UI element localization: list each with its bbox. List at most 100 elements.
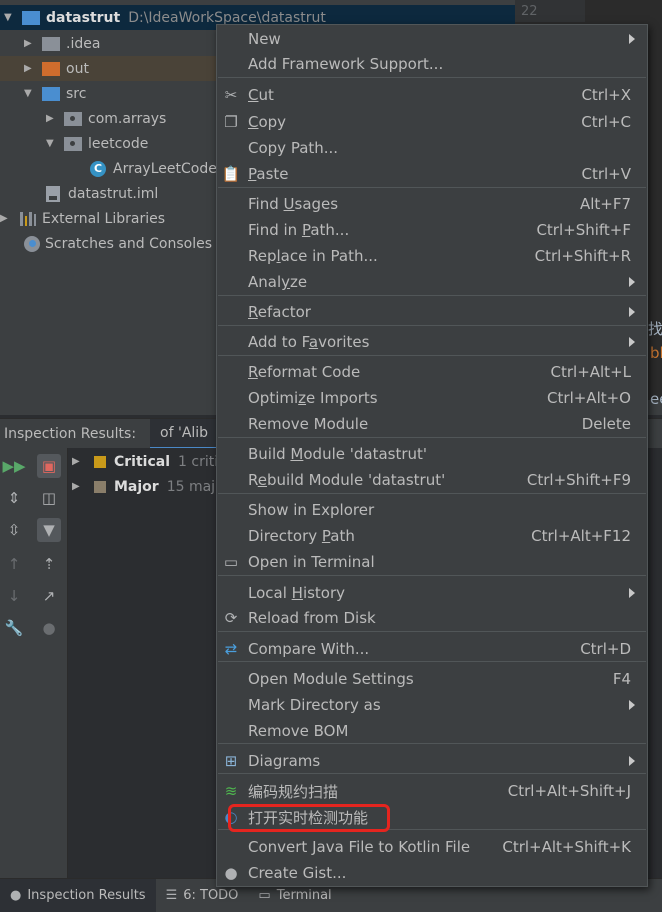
tree-item-label: ArrayLeetCode [113,160,217,177]
inspection-tab[interactable]: of 'Alib [150,418,219,449]
tree-item-label: leetcode [88,135,149,152]
menu-item-shortcut: Ctrl+X [581,86,631,104]
line-number: 22 [521,4,538,19]
menu-separator [218,325,646,326]
result-row-major[interactable]: ▶ Major 15 maj [68,474,215,499]
scratches-icon [24,235,40,252]
submenu-arrow-icon [629,700,635,710]
menu-item-convert-java-file-to-kotlin-file[interactable]: Convert Java File to Kotlin File Ctrl+Alt… [217,834,647,860]
wrench-icon[interactable]: 🔧 [2,616,26,640]
stop-icon[interactable]: ▣ [37,454,61,478]
chevron-right-icon[interactable]: ▶ [72,481,82,492]
menu-item-label: Build Module 'datastrut' [248,445,428,463]
menu-separator [218,575,646,576]
menu-item-show-in-explorer[interactable]: Show in Explorer [217,497,647,523]
tab-label: Terminal [276,888,332,903]
menu-item-open-module-settings[interactable]: Open Module Settings F4 [217,666,647,692]
menu-item-item-27[interactable]: ≋ 编码规约扫描 Ctrl+Alt+Shift+J [217,778,647,804]
menu-item-copy[interactable]: ❐ Copy Ctrl+C [217,109,647,135]
menu-item-paste[interactable]: 📋 Paste Ctrl+V [217,161,647,187]
tab-inspection-results[interactable]: ● Inspection Results [0,878,156,912]
package-icon [64,136,82,151]
menu-item-find-usages[interactable]: Find Usages Alt+F7 [217,191,647,217]
menu-item-shortcut: Ctrl+Alt+F12 [531,527,631,545]
menu-separator [218,295,646,296]
chevron-down-icon[interactable]: ▼ [4,12,14,23]
rerun-icon[interactable]: ▶▶ [2,454,26,478]
menu-item-remove-module[interactable]: Remove Module Delete [217,411,647,437]
result-row-critical[interactable]: ▶ Critical 1 critic [68,449,226,474]
tree-root-name: datastrut [46,9,121,26]
menu-item-local-history[interactable]: Local History [217,580,647,606]
menu-item-refactor[interactable]: Refactor [217,299,647,325]
menu-item-open-in-terminal[interactable]: ▭ Open in Terminal [217,549,647,575]
chevron-right-icon[interactable]: ▶ [0,213,10,224]
expand-all-icon[interactable]: ⇕ [2,486,26,510]
java-class-icon: C [90,160,106,177]
menu-item-add-framework-support[interactable]: Add Framework Support... [217,51,647,77]
menu-item-create-gist[interactable]: ● Create Gist... [217,860,647,886]
menu-item-shortcut: Ctrl+Shift+F [536,221,631,239]
menu-item-label: Local History [248,584,346,602]
menu-item-label: Show in Explorer [248,501,375,519]
menu-item-add-to-favorites[interactable]: Add to Favorites [217,329,647,355]
tree-item-label: com.arrays [88,110,167,127]
menu-separator [218,631,646,632]
menu-item-shortcut: Ctrl+Shift+F9 [526,471,631,489]
menu-item-optimize-imports[interactable]: Optimize Imports Ctrl+Alt+O [217,385,647,411]
tree-item-label: datastrut.iml [68,185,159,202]
excluded-folder-icon [42,61,60,76]
submenu-arrow-icon [629,34,635,44]
menu-item-build-module-datastrut[interactable]: Build Module 'datastrut' [217,441,647,467]
chevron-right-icon[interactable]: ▶ [24,63,34,74]
menu-separator [218,493,646,494]
menu-item-shortcut: Ctrl+Alt+O [547,389,631,407]
menu-item-new[interactable]: New [217,26,647,52]
editor-text-fragment: bl [650,344,662,362]
menu-item-label: Reformat Code [248,363,361,381]
editor-text-fragment: 找 [648,320,662,338]
menu-item-label: Reload from Disk [248,609,376,627]
menu-item-label: New [248,30,281,48]
chevron-right-icon[interactable]: ▶ [24,38,34,49]
menu-item-label: Find in Path... [248,221,350,239]
arrow-down-icon[interactable]: ↓ [2,584,26,608]
menu-item-shortcut: Ctrl+Shift+R [534,247,631,265]
menu-item-diagrams[interactable]: ⊞ Diagrams [217,748,647,774]
package-icon [64,111,82,126]
chevron-down-icon[interactable]: ▼ [46,138,56,149]
group-icon[interactable]: ◫ [37,486,61,510]
paste-icon: 📋 [221,165,241,183]
editor-text-fragment: eet [650,390,662,408]
menu-item-replace-in-path[interactable]: Replace in Path... Ctrl+Shift+R [217,243,647,269]
menu-item-shortcut: Ctrl+Alt+L [550,363,632,381]
menu-item-compare-with[interactable]: ⇄ Compare With... Ctrl+D [217,636,647,662]
menu-item-mark-directory-as[interactable]: Mark Directory as [217,692,647,718]
menu-item-analyze[interactable]: Analyze [217,269,647,295]
chevron-right-icon[interactable]: ▶ [72,456,82,467]
menu-item-rebuild-module-datastrut[interactable]: Rebuild Module 'datastrut' Ctrl+Shift+F9 [217,467,647,493]
menu-item-reload-from-disk[interactable]: ⟳ Reload from Disk [217,605,647,631]
menu-item-cut[interactable]: ✂ Cut Ctrl+X [217,82,647,108]
lightbulb-icon[interactable]: ● [37,616,61,640]
severity-label: Critical [114,453,171,470]
menu-item-copy-path[interactable]: Copy Path... [217,135,647,161]
export-icon[interactable]: ⇡ [37,552,61,576]
menu-item-shortcut: Ctrl+Alt+Shift+J [507,782,631,800]
source-folder-icon [42,86,60,101]
chevron-down-icon[interactable]: ▼ [24,88,34,99]
open-external-icon[interactable]: ↗ [37,584,61,608]
menu-item-reformat-code[interactable]: Reformat Code Ctrl+Alt+L [217,359,647,385]
menu-item-remove-bom[interactable]: Remove BOM [217,718,647,744]
collapse-all-icon[interactable]: ⇳ [2,518,26,542]
reload-icon: ⟳ [224,609,238,627]
menu-item-label: Open Module Settings [248,670,414,688]
arrow-up-icon[interactable]: ↑ [2,552,26,576]
menu-item-label: Copy Path... [248,139,339,157]
chevron-right-icon[interactable]: ▶ [46,113,56,124]
submenu-arrow-icon [629,337,635,347]
menu-item-find-in-path[interactable]: Find in Path... Ctrl+Shift+F [217,217,647,243]
editor-gutter: 22 [515,0,585,22]
menu-item-directory-path[interactable]: Directory Path Ctrl+Alt+F12 [217,523,647,549]
filter-icon[interactable]: ▼ [37,518,61,542]
